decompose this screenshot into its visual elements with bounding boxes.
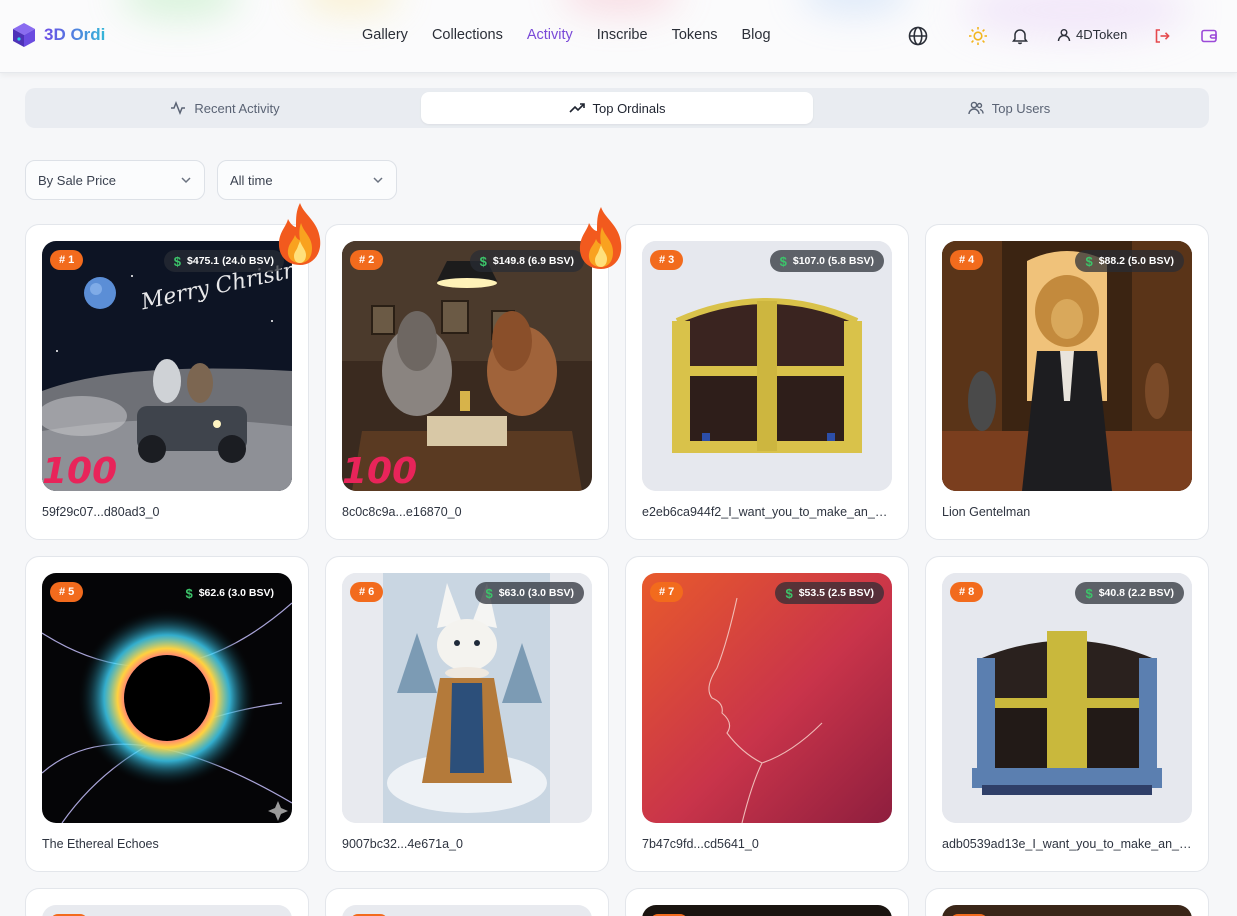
rank-badge: # 4: [950, 250, 984, 270]
nav-collections[interactable]: Collections: [432, 27, 503, 43]
main-nav: Gallery Collections Activity Inscribe To…: [362, 27, 771, 43]
fire-icon: [579, 207, 622, 269]
dollar-icon: $: [173, 253, 182, 269]
price-value: $62.6 (3.0 BSV): [198, 587, 274, 599]
ordinal-card[interactable]: [625, 888, 909, 916]
ordinal-card[interactable]: [25, 888, 309, 916]
ordinal-image: # 3 $ $107.0 (5.8 BSV): [642, 241, 892, 491]
price-value: $63.0 (3.0 BSV): [498, 587, 574, 599]
app-logo[interactable]: 3D Ordi: [12, 22, 105, 48]
tab-top-ordinals[interactable]: Top Ordinals: [421, 92, 813, 124]
rank-badge: # 3: [650, 250, 684, 270]
price-value: $149.8 (6.9 BSV): [492, 255, 574, 267]
time-range-select-value: All time: [230, 172, 273, 188]
price-badge: $ $63.0 (3.0 BSV): [475, 582, 584, 604]
ordinal-name: e2eb6ca944f2_I_want_you_to_make_an_op...: [642, 505, 894, 519]
ordinal-name: adb0539ad13e_I_want_you_to_make_an_op...: [942, 837, 1194, 851]
price-badge: $ $62.6 (3.0 BSV): [175, 582, 284, 604]
activity-pulse-icon: [171, 100, 186, 116]
price-badge: $ $149.8 (6.9 BSV): [469, 250, 584, 272]
nav-tokens[interactable]: Tokens: [672, 27, 718, 43]
ordinal-image: # 7 $ $53.5 (2.5 BSV): [642, 573, 892, 823]
user-menu-button[interactable]: 4DToken: [1057, 27, 1127, 42]
ordinal-image: 100 # 2 $ $149.8 (6.9 BSV): [342, 241, 592, 491]
rank-badge: # 6: [350, 582, 384, 602]
dollar-icon: $: [485, 585, 493, 601]
rank-badge: # 7: [650, 582, 684, 602]
dollar-icon: $: [779, 253, 787, 269]
user-label: 4DToken: [1076, 27, 1128, 42]
tab-top-users[interactable]: Top Users: [813, 92, 1205, 124]
ordinal-card[interactable]: # 7 $ $53.5 (2.5 BSV) 7b47c9fd...cd5641_0: [625, 556, 909, 872]
dollar-icon: $: [785, 585, 793, 601]
ordinal-image: # 5 $ $62.6 (3.0 BSV): [42, 573, 292, 823]
rank-badge: # 8: [950, 582, 984, 602]
ordinal-name: 9007bc32...4e671a_0: [342, 837, 463, 851]
price-badge: $ $88.2 (5.0 BSV): [1075, 250, 1184, 272]
rank-badge: # 1: [50, 250, 84, 270]
nav-gallery[interactable]: Gallery: [362, 27, 408, 43]
sort-select-value: By Sale Price: [38, 172, 117, 188]
rank-badge: # 2: [350, 250, 384, 270]
ordinal-card[interactable]: # 3 $ $107.0 (5.8 BSV) e2eb6ca944f2_I_wan…: [625, 224, 909, 540]
globe-icon[interactable]: [907, 25, 929, 47]
wallet-icon[interactable]: [1198, 25, 1220, 47]
ordinal-name: 59f29c07...d80ad3_0: [42, 505, 160, 519]
top-header: 3D Ordi Gallery Collections Activity Ins…: [0, 0, 1237, 73]
price-badge: $ $475.1 (24.0 BSV): [163, 250, 284, 272]
nav-inscribe[interactable]: Inscribe: [597, 27, 648, 43]
sun-icon[interactable]: [967, 25, 989, 47]
logout-icon[interactable]: [1151, 25, 1173, 47]
chevron-down-icon: [181, 177, 191, 184]
price-value: $88.2 (5.0 BSV): [1098, 255, 1174, 267]
ordinal-card[interactable]: # 8 $ $40.8 (2.2 BSV) adb0539ad13e_I_want…: [925, 556, 1209, 872]
tab-recent-activity-label: Recent Activity: [194, 100, 280, 116]
view-tabs: Recent Activity Top Ordinals Top Users: [25, 88, 1209, 128]
ordinal-name: Lion Gentelman: [942, 505, 1031, 519]
chevron-down-icon: [373, 177, 383, 184]
ordinal-image: # 4 $ $88.2 (5.0 BSV): [942, 241, 1192, 491]
app-name: 3D Ordi: [44, 25, 106, 44]
time-range-select[interactable]: All time: [217, 160, 397, 200]
hundred-emoji-text: 100: [342, 451, 417, 491]
ordinal-card[interactable]: Merry Christmas 100 # 1 $ $475.1 (24.0 BS…: [25, 224, 309, 540]
ordinal-card[interactable]: [325, 888, 609, 916]
dollar-icon: $: [479, 253, 487, 269]
price-value: $475.1 (24.0 BSV): [187, 255, 274, 267]
tab-top-ordinals-label: Top Ordinals: [592, 100, 666, 116]
fire-icon: [278, 203, 321, 265]
rank-badge: # 5: [50, 582, 84, 602]
dollar-icon: $: [1085, 585, 1093, 601]
price-badge: $ $40.8 (2.2 BSV): [1075, 582, 1184, 604]
bell-icon[interactable]: [1009, 25, 1031, 47]
dollar-icon: $: [185, 585, 193, 601]
nav-activity[interactable]: Activity: [527, 27, 573, 43]
ordinal-card[interactable]: [925, 888, 1209, 916]
ordinal-image: # 8 $ $40.8 (2.2 BSV): [942, 573, 1192, 823]
ordinal-card[interactable]: # 5 $ $62.6 (3.0 BSV) The Ethereal Echoes: [25, 556, 309, 872]
ordinal-name: The Ethereal Echoes: [42, 837, 159, 851]
price-badge: $ $107.0 (5.8 BSV): [769, 250, 884, 272]
cube-logo-icon: [13, 23, 35, 47]
user-icon: [1057, 28, 1071, 41]
price-value: $40.8 (2.2 BSV): [1098, 587, 1174, 599]
price-value: $53.5 (2.5 BSV): [798, 587, 874, 599]
ordinal-name: 8c0c8c9a...e16870_0: [342, 505, 462, 519]
ordinal-card[interactable]: # 6 $ $63.0 (3.0 BSV) 9007bc32...4e671a_0: [325, 556, 609, 872]
tab-recent-activity[interactable]: Recent Activity: [29, 92, 421, 124]
ordinal-image: # 6 $ $63.0 (3.0 BSV): [342, 573, 592, 823]
tab-top-users-label: Top Users: [991, 100, 1051, 116]
price-badge: $ $53.5 (2.5 BSV): [775, 582, 884, 604]
nav-blog[interactable]: Blog: [742, 27, 771, 43]
users-icon: [968, 101, 984, 115]
price-value: $107.0 (5.8 BSV): [792, 255, 874, 267]
ordinal-card[interactable]: 100 # 2 $ $149.8 (6.9 BSV) 8c0c8c9a...e16…: [325, 224, 609, 540]
ordinal-image: Merry Christmas 100 # 1 $ $475.1 (24.0 BS…: [42, 241, 292, 491]
trending-up-icon: [568, 103, 585, 113]
sort-select[interactable]: By Sale Price: [25, 160, 205, 200]
dollar-icon: $: [1085, 253, 1093, 269]
ordinal-name: 7b47c9fd...cd5641_0: [642, 837, 759, 851]
ordinal-card[interactable]: # 4 $ $88.2 (5.0 BSV) Lion Gentelman: [925, 224, 1209, 540]
hundred-emoji-text: 100: [42, 451, 117, 491]
